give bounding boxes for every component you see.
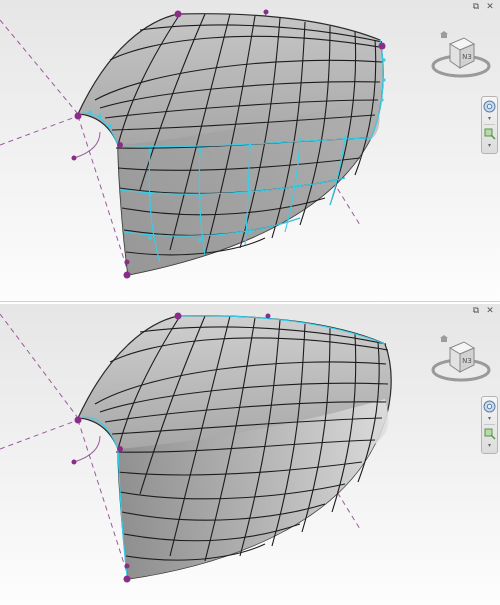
window-controls: ⧉ ✕ <box>470 2 496 12</box>
zoom-region-icon[interactable] <box>483 427 496 440</box>
zoom-region-icon[interactable] <box>483 127 496 140</box>
house-icon[interactable] <box>440 335 448 342</box>
viewcube[interactable]: N3 <box>428 334 494 386</box>
close-view-button[interactable]: ✕ <box>484 2 496 12</box>
restore-view-button[interactable]: ⧉ <box>470 2 482 12</box>
steering-wheel-dropdown[interactable]: ▾ <box>487 416 492 422</box>
zoom-dropdown[interactable]: ▾ <box>487 443 492 449</box>
window-controls: ⧉ ✕ <box>470 306 496 316</box>
viewcube-face-label: N3 <box>462 357 472 365</box>
surface-body <box>77 13 384 276</box>
smooth-surface-canvas[interactable] <box>0 304 500 605</box>
steering-wheel-dropdown[interactable]: ▾ <box>487 116 492 122</box>
steering-wheel-icon[interactable] <box>483 100 496 113</box>
house-icon[interactable] <box>440 31 448 38</box>
restore-view-button[interactable]: ⧉ <box>470 306 482 316</box>
mesh-surface-canvas[interactable] <box>0 0 500 301</box>
viewport-bottom[interactable]: ⧉ ✕ N3 ▾ ▾ <box>0 304 500 605</box>
navigation-bar: ▾ ▾ <box>481 96 498 154</box>
steering-wheel-icon[interactable] <box>483 400 496 413</box>
navigation-bar: ▾ ▾ <box>481 396 498 454</box>
zoom-dropdown[interactable]: ▾ <box>487 143 492 149</box>
viewport-top[interactable]: ⧉ ✕ N3 ▾ ▾ <box>0 0 500 301</box>
viewcube-face-label: N3 <box>462 53 472 61</box>
close-view-button[interactable]: ✕ <box>484 306 496 316</box>
viewcube[interactable]: N3 <box>428 30 494 82</box>
